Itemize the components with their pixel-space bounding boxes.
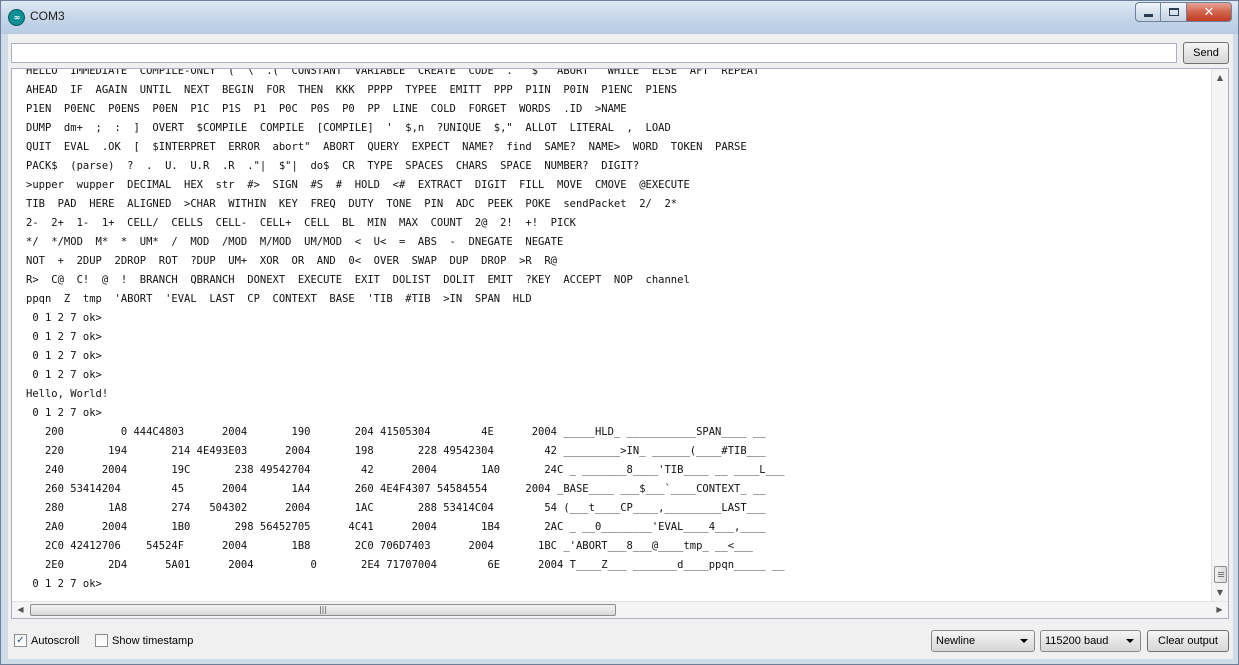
baud-rate-value: 115200 baud <box>1045 635 1109 647</box>
output-line: DUMP dm+ ; : ] OVERT $COMPILE COMPILE [C… <box>26 122 671 134</box>
scroll-left-icon[interactable]: ◀ <box>12 602 29 618</box>
output-line: NOT + 2DUP 2DROP ROT ?DUP UM+ XOR OR AND… <box>26 255 558 267</box>
scroll-right-icon[interactable]: ▶ <box>1211 602 1228 618</box>
send-input[interactable] <box>11 43 1177 63</box>
close-icon: ✕ <box>1203 4 1215 20</box>
window-controls: ✕ <box>1135 2 1232 22</box>
autoscroll-check-icon[interactable]: ✓ <box>14 634 27 647</box>
output-line: AHEAD IF AGAIN UNTIL NEXT BEGIN FOR THEN… <box>26 84 678 96</box>
output-line: 220 194 214 4E493E03 2004 198 228 495423… <box>26 445 766 457</box>
vertical-scrollbar[interactable]: ▲ ▼ <box>1211 69 1228 601</box>
chevron-down-icon <box>1020 639 1028 643</box>
timestamp-checkbox[interactable]: Show timestamp <box>95 634 193 647</box>
timestamp-check-icon[interactable] <box>95 634 108 647</box>
output-line: HELLO IMMEDIATE COMPILE-ONLY ( \ .( CONS… <box>26 68 760 77</box>
output-line: 0 1 2 7 ok> <box>26 407 102 419</box>
chevron-down-icon <box>1126 639 1134 643</box>
output-line: 2- 2+ 1- 1+ CELL/ CELLS CELL- CELL+ CELL… <box>26 217 576 229</box>
baud-rate-select[interactable]: 115200 baud <box>1040 630 1141 652</box>
timestamp-label: Show timestamp <box>112 634 194 647</box>
output-line: 0 1 2 7 ok> <box>26 369 102 381</box>
output-line: 2C0 42412706 54524F 2004 1B8 2C0 706D740… <box>26 540 753 552</box>
window-title: COM3 <box>30 9 65 23</box>
output-line: 0 1 2 7 ok> <box>26 312 102 324</box>
maximize-button[interactable] <box>1161 2 1187 22</box>
output-line: */ */MOD M* * UM* / MOD /MOD M/MOD UM/MO… <box>26 236 564 248</box>
horizontal-scrollbar[interactable]: ◀ ||| ▶ <box>12 601 1228 618</box>
vertical-scroll-thumb[interactable] <box>1214 566 1227 583</box>
output-line: >upper wupper DECIMAL HEX str #> SIGN #S… <box>26 179 690 191</box>
output-line: 0 1 2 7 ok> <box>26 350 102 362</box>
output-line: 240 2004 19C 238 49542704 42 2004 1A0 24… <box>26 464 785 476</box>
output-line: 2E0 2D4 5A01 2004 0 2E4 71707004 6E 2004… <box>26 559 785 571</box>
send-row: Send <box>8 41 1233 65</box>
scroll-down-icon[interactable]: ▼ <box>1212 584 1228 601</box>
title-bar[interactable]: ∞ COM3 ✕ <box>1 1 1238 34</box>
clear-output-button[interactable]: Clear output <box>1147 630 1229 652</box>
horizontal-scroll-thumb[interactable]: ||| <box>30 604 616 616</box>
output-line: PACK$ (parse) ? . U. U.R .R ."| $"| do$ … <box>26 160 640 172</box>
serial-monitor-client: Send HELLO IMMEDIATE COMPILE-ONLY ( \ .(… <box>8 34 1233 659</box>
output-line: 2A0 2004 1B0 298 56452705 4C41 2004 1B4 … <box>26 521 766 533</box>
serial-output[interactable]: HELLO IMMEDIATE COMPILE-ONLY ( \ .( CONS… <box>11 68 1229 619</box>
arduino-icon: ∞ <box>8 9 25 26</box>
autoscroll-label: Autoscroll <box>31 634 80 647</box>
output-line: R> C@ C! @ ! BRANCH QBRANCH DONEXT EXECU… <box>26 274 690 286</box>
output-line: Hello, World! <box>26 388 109 400</box>
line-ending-value: Newline <box>936 635 976 647</box>
output-line: P1EN P0ENC P0ENS P0EN P1C P1S P1 P0C P0S… <box>26 103 627 115</box>
output-line: 280 1A8 274 504302 2004 1AC 288 53414C04… <box>26 502 766 514</box>
minimize-button[interactable] <box>1135 2 1161 22</box>
bottom-toolbar: ✓ Autoscroll Show timestamp Newline 1152… <box>8 626 1233 656</box>
output-line: TIB PAD HERE ALIGNED >CHAR WITHIN KEY FR… <box>26 198 678 210</box>
output-line: 200 0 444C4803 2004 190 204 41505304 4E … <box>26 426 766 438</box>
output-line: 0 1 2 7 ok> <box>26 331 102 343</box>
output-line: QUIT EVAL .OK [ $INTERPRET ERROR abort" … <box>26 141 747 153</box>
output-line: 0 1 2 7 ok> <box>26 578 102 590</box>
close-button[interactable]: ✕ <box>1187 2 1232 22</box>
output-lines: HELLO IMMEDIATE COMPILE-ONLY ( \ .( CONS… <box>26 68 1212 594</box>
minimize-icon <box>1143 14 1153 17</box>
scroll-up-icon[interactable]: ▲ <box>1212 69 1228 86</box>
output-line: ppqn Z tmp 'ABORT 'EVAL LAST CP CONTEXT … <box>26 293 532 305</box>
line-ending-select[interactable]: Newline <box>931 630 1035 652</box>
autoscroll-checkbox[interactable]: ✓ Autoscroll <box>14 634 79 647</box>
output-line: 260 53414204 45 2004 1A4 260 4E4F4307 54… <box>26 483 766 495</box>
serial-monitor-window: ∞ COM3 ✕ Send HELLO IMMEDIATE COMPILE-ON… <box>0 0 1239 665</box>
maximize-icon <box>1168 8 1179 16</box>
send-button[interactable]: Send <box>1183 42 1229 64</box>
